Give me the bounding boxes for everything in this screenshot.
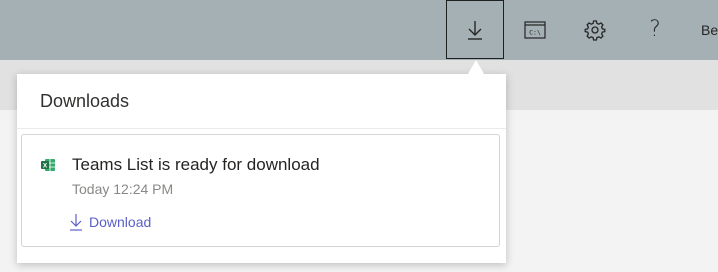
download-link-icon [70,214,82,231]
downloads-panel: Downloads X Teams List is ready for down… [17,74,506,263]
download-button[interactable] [446,0,504,59]
settings-button[interactable] [566,0,624,59]
download-arrow-icon [468,20,482,40]
top-bar: C:\ ? Be [0,0,718,60]
download-link[interactable]: Download [69,211,151,233]
download-link-label[interactable]: Download [89,214,151,230]
help-button[interactable]: ? [626,0,684,59]
excel-icon: X [41,159,55,171]
gear-icon [584,19,606,41]
admin-console-button[interactable]: C:\ [506,0,564,59]
question-mark-icon: ? [649,17,661,42]
download-item-card: X Teams List is ready for download Today… [21,134,500,247]
downloads-panel-title: Downloads [40,91,130,111]
command-prompt-icon: C:\ [524,20,546,39]
download-item-title: Teams List is ready for download [72,155,320,174]
user-name-partial[interactable]: Be [701,22,718,38]
panel-divider [17,128,506,129]
excel-icon-letter: X [43,163,48,170]
panel-pointer [468,60,484,74]
command-prompt-glyph: C:\ [529,28,541,36]
download-item-timestamp: Today 12:24 PM [72,181,174,197]
